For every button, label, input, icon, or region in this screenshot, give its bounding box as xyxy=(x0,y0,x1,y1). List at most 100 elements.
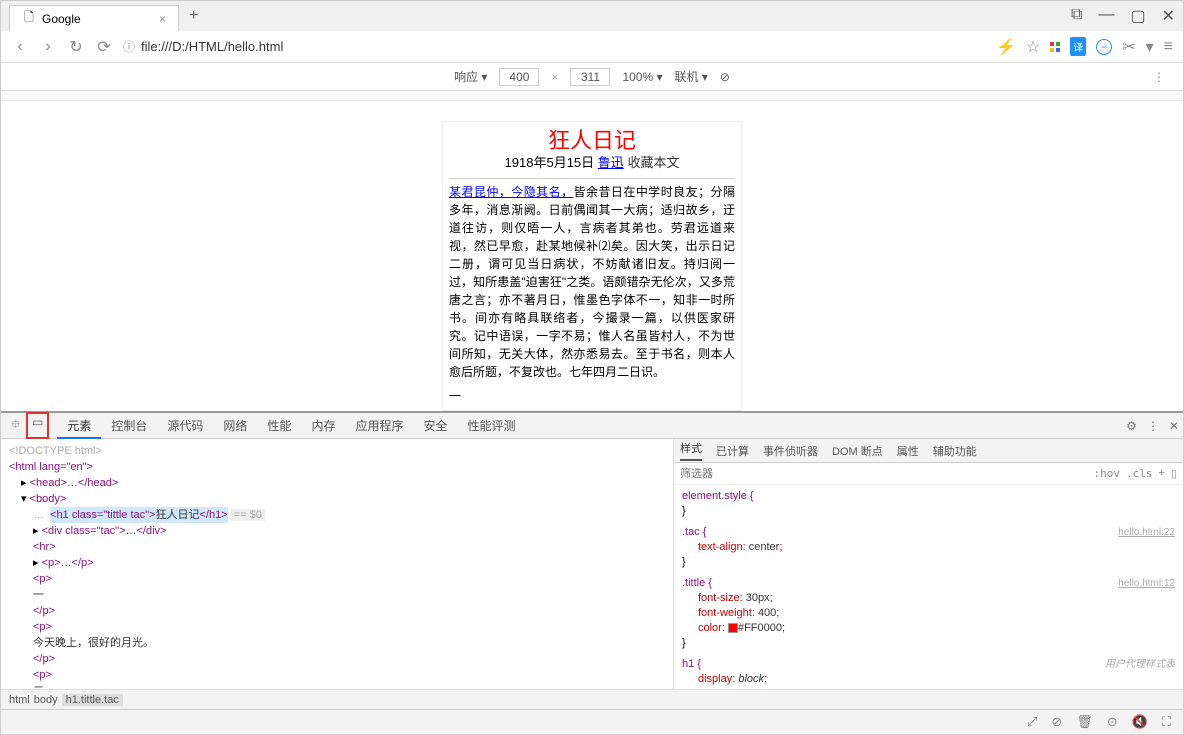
dimension-separator: × xyxy=(551,70,558,84)
tab-dombreakpoints[interactable]: DOM 断点 xyxy=(832,443,883,459)
node-head[interactable]: <head>…</head> xyxy=(30,477,119,489)
devtools-close-icon[interactable]: ✕ xyxy=(1169,419,1179,433)
intro-text: 皆余昔日在中学时良友；分隔多年，消息渐阙。日前偶闻其一大病；适归故乡，迂道往访，… xyxy=(449,185,735,379)
devtools-gear-icon[interactable]: ⚙ xyxy=(1126,419,1137,433)
device-select[interactable]: 响应 ▾ xyxy=(454,68,487,85)
back-button[interactable]: ‹ xyxy=(11,38,29,56)
tab-elements[interactable]: 元素 xyxy=(57,413,101,439)
devtools: ⯐ ▭ 元素 控制台 源代码 网络 性能 内存 应用程序 安全 性能评测 ⚙ ⋮… xyxy=(1,411,1183,733)
section-number: 一 xyxy=(449,387,735,405)
responsive-toolbar: 响应 ▾ 400 × 311 100% ▾ 联机 ▾ ⊘ ⋮ xyxy=(1,63,1183,91)
author-link[interactable]: 鲁迅 xyxy=(598,155,624,170)
audio-off-icon[interactable]: 🔇 xyxy=(1132,714,1148,730)
tab-sources[interactable]: 源代码 xyxy=(157,413,213,439)
cls-toggle[interactable]: .cls xyxy=(1126,467,1153,480)
device-frame: 狂人日记 1918年5月15日 鲁迅 收藏本文 某君昆仲，今隐其名，皆余昔日在中… xyxy=(442,121,742,411)
node-hr[interactable]: <hr> xyxy=(33,541,56,553)
intro-paragraph: 某君昆仲，今隐其名，皆余昔日在中学时良友；分隔多年，消息渐阙。日前偶闻其一大病；… xyxy=(449,183,735,381)
bc-html[interactable]: html xyxy=(9,694,30,706)
color-swatch xyxy=(728,623,738,633)
tab-console[interactable]: 控制台 xyxy=(101,413,157,439)
trash-icon[interactable]: 🗑 xyxy=(1076,714,1093,730)
node-text-line1[interactable]: 今天晚上，很好的月光。 xyxy=(9,635,665,651)
styles-rules[interactable]: element.style { } hello.html:22 .tac { t… xyxy=(674,485,1183,689)
tab-application[interactable]: 应用程序 xyxy=(345,413,413,439)
styles-tabbar: 样式 已计算 事件侦听器 DOM 断点 属性 辅助功能 xyxy=(674,439,1183,463)
new-tab-button[interactable]: + xyxy=(179,7,208,25)
sidebar-toggle-icon[interactable]: ▯ xyxy=(1171,467,1177,480)
rule-tittle: hello.html:12 .tittle { font-size: 30px;… xyxy=(682,576,1175,651)
window-expand-icon[interactable]: ⧉ xyxy=(1071,6,1082,26)
hov-toggle[interactable]: :hov xyxy=(1094,467,1121,480)
errors-icon[interactable]: ⊘ xyxy=(1051,714,1062,730)
node-doctype[interactable]: <!DOCTYPE html> xyxy=(9,443,665,459)
tab-styles[interactable]: 样式 xyxy=(680,440,702,461)
responsive-settings-icon[interactable]: ⋮ xyxy=(1153,70,1165,84)
tab-memory[interactable]: 内存 xyxy=(301,413,345,439)
viewport-height[interactable]: 311 xyxy=(570,68,610,86)
divider xyxy=(449,178,735,179)
tab-network[interactable]: 网络 xyxy=(213,413,257,439)
intro-link[interactable]: 某君昆仲，今隐其名， xyxy=(449,185,574,199)
favorite-icon[interactable]: ☆ xyxy=(1026,37,1040,57)
tab-lighthouse[interactable]: 性能评测 xyxy=(457,413,525,439)
url-input[interactable] xyxy=(141,39,986,54)
inspect-toggle-icon[interactable]: ⯐ xyxy=(5,412,26,439)
network-select[interactable]: 联机 ▾ xyxy=(675,68,708,85)
ruler xyxy=(1,91,1183,101)
window-maximize-icon[interactable]: ▢ xyxy=(1130,6,1145,26)
elements-panel[interactable]: <!DOCTYPE html> <html lang="en"> ▸ <head… xyxy=(1,439,673,689)
window-close-icon[interactable]: ✕ xyxy=(1162,6,1175,26)
devtools-more-icon[interactable]: ⋮ xyxy=(1147,419,1159,433)
apps-icon[interactable] xyxy=(1050,42,1060,52)
tab-properties[interactable]: 属性 xyxy=(897,443,919,459)
viewport-area: 狂人日记 1918年5月15日 鲁迅 收藏本文 某君昆仲，今隐其名，皆余昔日在中… xyxy=(1,101,1183,411)
tab-eventlisteners[interactable]: 事件侦听器 xyxy=(763,443,818,459)
bc-body[interactable]: body xyxy=(34,694,58,706)
node-html[interactable]: <html lang="en"> xyxy=(9,461,93,473)
node-div[interactable]: <div class="tac">…</div> xyxy=(42,525,167,537)
bell-icon[interactable]: ⊙ xyxy=(1107,714,1118,730)
pub-date: 1918年5月15日 xyxy=(505,155,595,170)
address-bar: ‹ › ↻ ⟳ ⓘ ⚡ ☆ 译 − ✂ ▾ ≡ xyxy=(1,31,1183,63)
node-body[interactable]: <body> xyxy=(30,493,67,505)
styles-filter-row: :hov .cls + ▯ xyxy=(674,463,1183,485)
devtools-tabbar: ⯐ ▭ 元素 控制台 源代码 网络 性能 内存 应用程序 安全 性能评测 ⚙ ⋮… xyxy=(1,413,1183,439)
zoom-select[interactable]: 100% ▾ xyxy=(622,70,662,84)
node-h1-row[interactable]: … <h1 class="tittle tac">狂人日记</h1> == $0 xyxy=(9,507,665,523)
tab-accessibility[interactable]: 辅助功能 xyxy=(933,443,977,459)
minus-circle-icon[interactable]: − xyxy=(1096,39,1112,55)
tab-computed[interactable]: 已计算 xyxy=(716,443,749,459)
viewport-width[interactable]: 400 xyxy=(499,68,539,86)
close-tab-icon[interactable]: × xyxy=(159,12,166,26)
bc-h1[interactable]: h1.tittle.tac xyxy=(62,694,123,706)
rule-element-style: element.style { } xyxy=(682,489,1175,519)
reload-button[interactable]: ↻ xyxy=(67,37,85,57)
node-p1[interactable]: <p>…</p> xyxy=(42,557,94,569)
maximize-icon[interactable]: ⛶ xyxy=(1162,714,1171,730)
tab-performance[interactable]: 性能 xyxy=(257,413,301,439)
add-rule-icon[interactable]: + xyxy=(1159,467,1165,480)
console-icon[interactable]: ⤢ xyxy=(1027,714,1037,730)
scissors-icon[interactable]: ✂ xyxy=(1122,37,1135,57)
url-box[interactable]: ⓘ xyxy=(123,38,986,55)
node-text-section[interactable]: 一 xyxy=(9,587,665,603)
window-minimize-icon[interactable]: — xyxy=(1098,6,1114,26)
menu-icon[interactable]: ≡ xyxy=(1164,38,1173,56)
site-info-icon[interactable]: ⓘ xyxy=(123,38,135,55)
devtools-footer: ⤢ ⊘ 🗑 ⊙ 🔇 ⛶ xyxy=(1,709,1183,733)
forward-button[interactable]: › xyxy=(39,38,57,56)
bolt-icon[interactable]: ⚡ xyxy=(996,37,1016,57)
translate-icon[interactable]: 译 xyxy=(1070,37,1086,56)
device-toggle-icon[interactable]: ▭ xyxy=(26,412,49,439)
download-icon[interactable]: ▾ xyxy=(1146,37,1154,57)
dom-breadcrumb[interactable]: html body h1.tittle.tac xyxy=(1,689,1183,709)
styles-filter-input[interactable] xyxy=(680,468,1094,480)
tab-security[interactable]: 安全 xyxy=(413,413,457,439)
browser-tab-strip: 🗋 Google × + ⧉ — ▢ ✕ xyxy=(1,1,1183,31)
home-button[interactable]: ⟳ xyxy=(95,37,113,57)
browser-tab[interactable]: 🗋 Google × xyxy=(9,5,179,31)
collect-link[interactable]: 收藏本文 xyxy=(627,155,679,170)
rotate-icon[interactable]: ⊘ xyxy=(720,70,730,84)
rule-tac: hello.html:22 .tac { text-align: center;… xyxy=(682,525,1175,570)
